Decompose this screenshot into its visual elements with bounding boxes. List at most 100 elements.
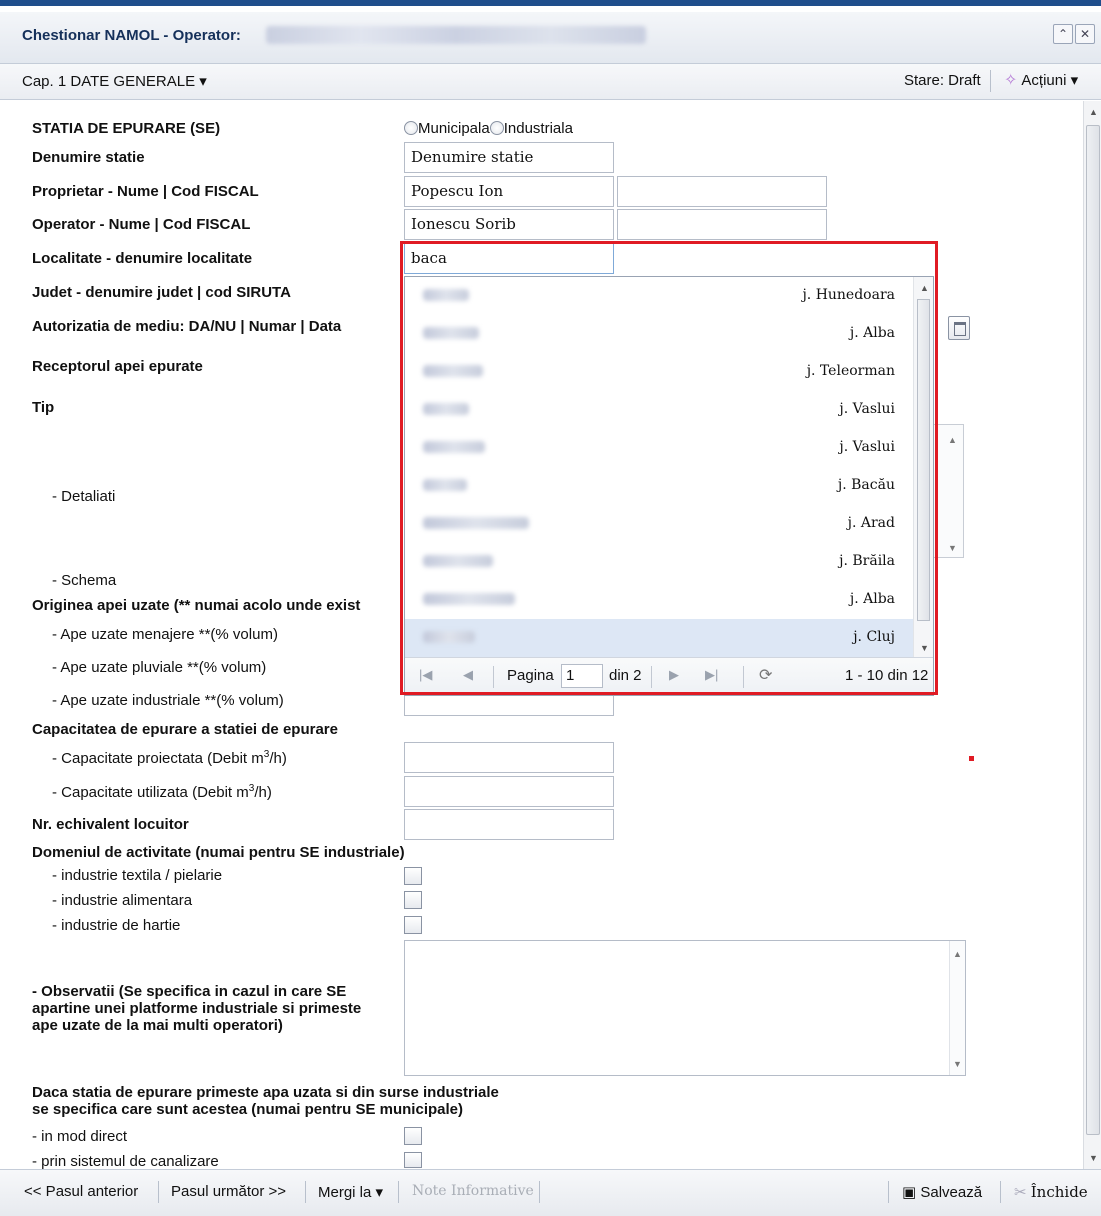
textarea-scrollbar[interactable]: ▲ ▼: [949, 941, 965, 1075]
dropdown-item-county: j. Hunedoara: [802, 287, 895, 303]
dropdown-item-county: j. Vaslui: [839, 401, 895, 417]
se-type-radio-group: Municipala Industriala: [404, 120, 573, 137]
se-label: STATIA DE EPURARE (SE): [32, 120, 221, 137]
operator-cod-input[interactable]: [617, 209, 827, 240]
calendar-icon[interactable]: [948, 316, 970, 340]
hartie-checkbox[interactable]: [404, 916, 422, 934]
save-button[interactable]: ▣ Salvează: [902, 1183, 982, 1201]
dropdown-item[interactable]: j. Vaslui: [405, 391, 913, 429]
scroll-down-icon[interactable]: ▼: [1089, 1153, 1098, 1163]
operator-label: Operator - Nume | Cod FISCAL: [32, 216, 251, 233]
radio-municipal[interactable]: [404, 121, 418, 135]
pager-divider: [651, 666, 652, 688]
toolbar-divider: [158, 1181, 159, 1203]
close-button[interactable]: ✂ Închide: [1014, 1183, 1088, 1201]
bottom-toolbar: << Pasul anterior Pasul următor >> Mergi…: [0, 1169, 1101, 1216]
dropdown-scrollbar[interactable]: ▲ ▼: [913, 277, 933, 657]
chapter-label: Cap. 1 DATE GENERALE: [22, 73, 196, 90]
first-page-icon[interactable]: |◀: [419, 667, 432, 683]
notes-button[interactable]: Note Informative: [412, 1183, 534, 1199]
dropdown-item[interactable]: j. Bacău: [405, 467, 913, 505]
scroll-up-icon[interactable]: ▲: [920, 283, 929, 293]
toolbar-divider: [990, 70, 991, 92]
scroll-down-icon[interactable]: ▼: [948, 543, 957, 553]
canalizare-checkbox[interactable]: [404, 1152, 422, 1168]
domeniu-label: Domeniul de activitate (numai pentru SE …: [32, 844, 405, 861]
goto-menu[interactable]: Mergi la ▾: [318, 1183, 383, 1201]
dropdown-item[interactable]: j. Arad: [405, 505, 913, 543]
dropdown-item[interactable]: j. Vaslui: [405, 429, 913, 467]
textila-checkbox[interactable]: [404, 867, 422, 885]
chevron-down-icon: ▾: [199, 73, 207, 90]
unit-tail: /h): [269, 750, 287, 767]
originea-label: Originea apei uzate (** numai acolo unde…: [32, 597, 361, 614]
echivalent-input[interactable]: [404, 809, 614, 840]
page-label: Pagina: [507, 667, 554, 684]
prev-step-button[interactable]: << Pasul anterior: [24, 1183, 138, 1200]
close-icon: ✂: [1014, 1184, 1027, 1201]
dropdown-item[interactable]: j. Brăila: [405, 543, 913, 581]
pager-divider: [743, 666, 744, 688]
cap-proiectata-input[interactable]: [404, 742, 614, 773]
prev-page-icon[interactable]: ◀: [463, 667, 473, 683]
denumire-input[interactable]: Denumire statie: [404, 142, 614, 173]
localitate-input[interactable]: baca: [404, 243, 614, 274]
close-icon[interactable]: ✕: [1075, 24, 1095, 44]
toolbar-divider: [305, 1181, 306, 1203]
dropdown-item[interactable]: j. Alba: [405, 581, 913, 619]
dropdown-item-selected[interactable]: j. Cluj: [405, 619, 913, 657]
next-page-icon[interactable]: ▶: [669, 667, 679, 683]
surse-line1: Daca statia de epurare primeste apa uzat…: [32, 1084, 499, 1101]
scroll-up-icon[interactable]: ▲: [1089, 107, 1098, 117]
radio-municipal-label: Municipala: [418, 120, 490, 137]
redacted-locality: [423, 441, 485, 453]
detaliati-textarea-edge[interactable]: ▲ ▼: [934, 424, 964, 558]
collapse-icon[interactable]: ⌃: [1053, 24, 1073, 44]
dropdown-item-county: j. Cluj: [853, 629, 895, 645]
direct-checkbox[interactable]: [404, 1127, 422, 1145]
redacted-locality: [423, 403, 469, 415]
alimentara-checkbox[interactable]: [404, 891, 422, 909]
operator-name-input[interactable]: Ionescu Sorib: [404, 209, 614, 240]
cap-utilizata-input[interactable]: [404, 776, 614, 807]
toolbar-divider: [398, 1181, 399, 1203]
dropdown-item[interactable]: j. Teleorman: [405, 353, 913, 391]
dropdown-item-county: j. Bacău: [837, 477, 895, 493]
scroll-down-icon[interactable]: ▼: [953, 1059, 962, 1069]
judet-label: Judet - denumire judet | cod SIRUTA: [32, 284, 291, 301]
radio-industrial[interactable]: [489, 121, 504, 135]
actions-menu[interactable]: ✧ Acțiuni ▾: [1004, 70, 1078, 90]
surse-label: Daca statia de epurare primeste apa uzat…: [32, 1084, 499, 1118]
toolbar-divider: [1000, 1181, 1001, 1203]
observatii-textarea[interactable]: ▲ ▼: [404, 940, 966, 1076]
title-bar: Chestionar NAMOL - Operator: ⌃ ✕: [0, 12, 1101, 64]
toolbar-divider: [539, 1181, 540, 1203]
refresh-icon[interactable]: ⟳: [759, 665, 772, 685]
dropdown-item[interactable]: j. Hunedoara: [405, 277, 913, 315]
chapter-menu[interactable]: Cap. 1 DATE GENERALE ▾: [22, 72, 207, 90]
last-page-icon[interactable]: ▶|: [705, 667, 718, 683]
proprietar-name-input[interactable]: Popescu Ion: [404, 176, 614, 207]
page-number-input[interactable]: 1: [561, 664, 603, 688]
main-scrollbar[interactable]: ▲ ▼: [1083, 101, 1101, 1169]
scroll-up-icon[interactable]: ▲: [953, 949, 962, 959]
menajere-label: - Ape uzate menajere **(% volum): [52, 626, 278, 643]
red-marker: [969, 756, 974, 761]
pluviale-label: - Ape uzate pluviale **(% volum): [52, 659, 267, 676]
receptor-label: Receptorul apei epurate: [32, 358, 203, 375]
scroll-down-icon[interactable]: ▼: [920, 643, 929, 653]
close-label: Închide: [1030, 1183, 1088, 1201]
next-step-button[interactable]: Pasul următor >>: [171, 1183, 286, 1200]
scroll-up-icon[interactable]: ▲: [948, 435, 957, 445]
dropdown-item-county: j. Arad: [847, 515, 895, 531]
dropdown-scrollbar-thumb[interactable]: [917, 299, 930, 621]
scrollbar-thumb[interactable]: [1086, 125, 1100, 1135]
hartie-label: - industrie de hartie: [52, 917, 181, 934]
proprietar-cod-input[interactable]: [617, 176, 827, 207]
state-label: Stare: Draft: [904, 72, 981, 89]
redacted-locality: [423, 593, 515, 605]
redacted-locality: [423, 517, 529, 529]
page-total-label: din 2: [609, 667, 642, 684]
proprietar-label: Proprietar - Nume | Cod FISCAL: [32, 183, 259, 200]
dropdown-item[interactable]: j. Alba: [405, 315, 913, 353]
